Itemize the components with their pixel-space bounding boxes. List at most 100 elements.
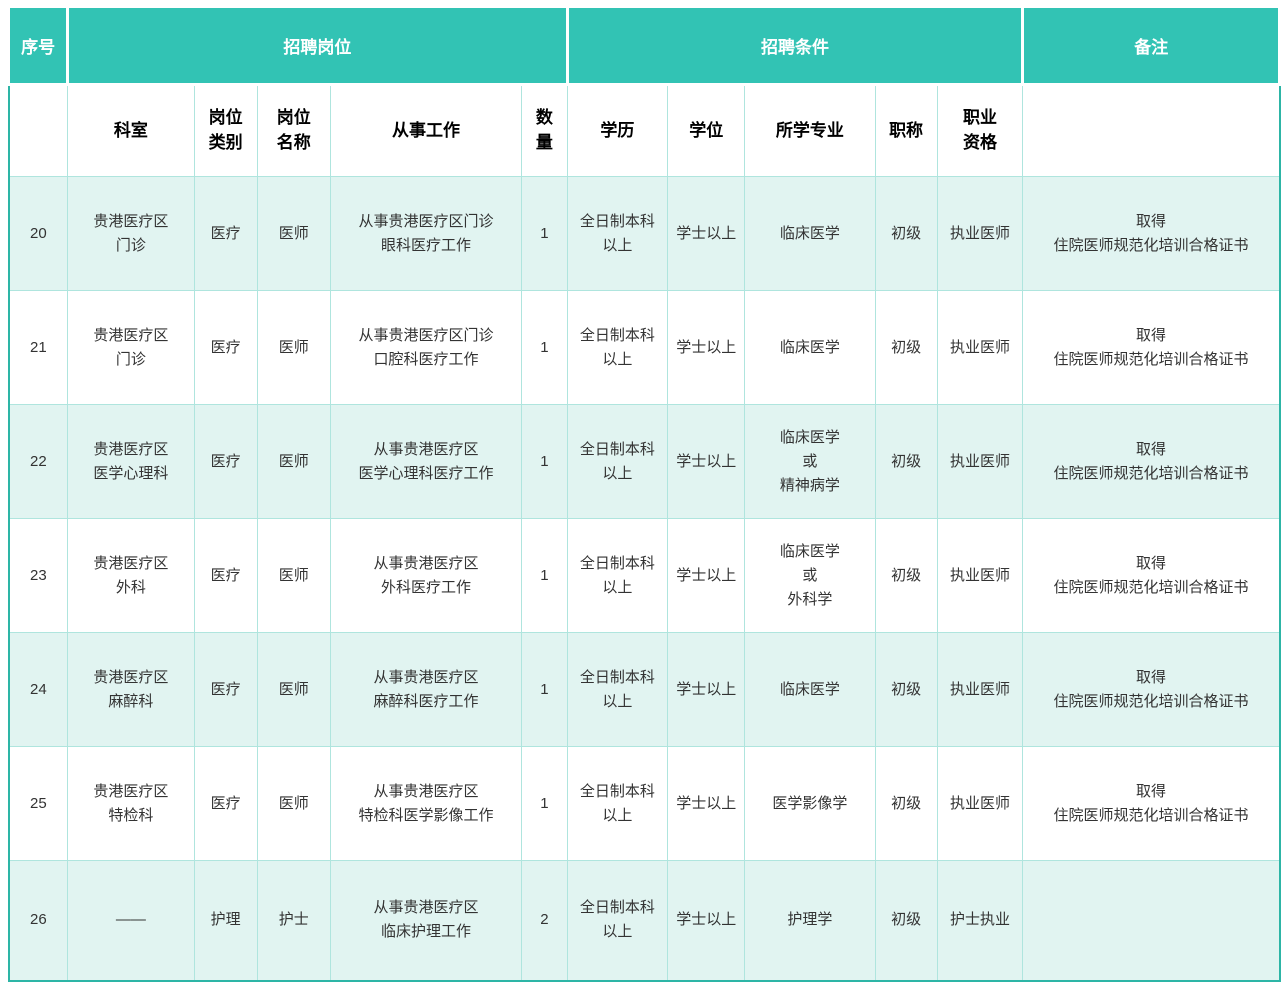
cell-title: 初级 [875, 861, 937, 981]
cell-department: 贵港医疗区 医学心理科 [68, 405, 194, 519]
cell-major: 临床医学 或 外科学 [745, 519, 875, 633]
subheader-education: 学历 [567, 85, 668, 177]
cell-education: 全日制本科 以上 [567, 633, 668, 747]
cell-post-name: 医师 [257, 633, 330, 747]
cell-job-duty: 从事贵港医疗区 麻醉科医疗工作 [330, 633, 521, 747]
cell-degree: 学士以上 [668, 633, 745, 747]
cell-qualification: 执业医师 [937, 519, 1023, 633]
header-seq: 序号 [9, 7, 68, 85]
cell-post-category: 医疗 [194, 519, 257, 633]
cell-quantity: 1 [522, 291, 567, 405]
table-row: 20贵港医疗区 门诊医疗医师从事贵港医疗区门诊 眼科医疗工作1全日制本科 以上学… [9, 177, 1280, 291]
cell-quantity: 1 [522, 519, 567, 633]
table-row: 26——护理护士从事贵港医疗区 临床护理工作2全日制本科 以上学士以上护理学初级… [9, 861, 1280, 981]
cell-job-duty: 从事贵港医疗区 临床护理工作 [330, 861, 521, 981]
cell-post-name: 医师 [257, 747, 330, 861]
cell-department: 贵港医疗区 外科 [68, 519, 194, 633]
table-row: 25贵港医疗区 特检科医疗医师从事贵港医疗区 特检科医学影像工作1全日制本科 以… [9, 747, 1280, 861]
cell-education: 全日制本科 以上 [567, 291, 668, 405]
cell-post-name: 医师 [257, 177, 330, 291]
subheader-job-duty: 从事工作 [330, 85, 521, 177]
cell-title: 初级 [875, 291, 937, 405]
cell-title: 初级 [875, 747, 937, 861]
recruitment-table: 序号 招聘岗位 招聘条件 备注 科室 岗位 类别 岗位 名称 从事工作 数量 学… [7, 5, 1281, 982]
cell-department: 贵港医疗区 特检科 [68, 747, 194, 861]
cell-department: 贵港医疗区 门诊 [68, 291, 194, 405]
empty-subheader-cell [1023, 85, 1280, 177]
cell-major: 临床医学 [745, 177, 875, 291]
cell-degree: 学士以上 [668, 405, 745, 519]
cell-remark: 取得 住院医师规范化培训合格证书 [1023, 519, 1280, 633]
cell-education: 全日制本科 以上 [567, 519, 668, 633]
cell-qualification: 执业医师 [937, 177, 1023, 291]
cell-major: 护理学 [745, 861, 875, 981]
subheader-department: 科室 [68, 85, 194, 177]
cell-education: 全日制本科 以上 [567, 861, 668, 981]
cell-qualification: 执业医师 [937, 291, 1023, 405]
cell-post-name: 医师 [257, 405, 330, 519]
cell-title: 初级 [875, 405, 937, 519]
cell-post-category: 医疗 [194, 747, 257, 861]
cell-seq: 24 [9, 633, 68, 747]
cell-degree: 学士以上 [668, 861, 745, 981]
cell-quantity: 2 [522, 861, 567, 981]
header-remark: 备注 [1023, 7, 1280, 85]
header-recruit-condition: 招聘条件 [567, 7, 1023, 85]
cell-seq: 22 [9, 405, 68, 519]
cell-title: 初级 [875, 633, 937, 747]
cell-seq: 21 [9, 291, 68, 405]
cell-remark: 取得 住院医师规范化培训合格证书 [1023, 747, 1280, 861]
cell-job-duty: 从事贵港医疗区 医学心理科医疗工作 [330, 405, 521, 519]
table-row: 21贵港医疗区 门诊医疗医师从事贵港医疗区门诊 口腔科医疗工作1全日制本科 以上… [9, 291, 1280, 405]
cell-quantity: 1 [522, 633, 567, 747]
cell-seq: 23 [9, 519, 68, 633]
group-header-row: 序号 招聘岗位 招聘条件 备注 [9, 7, 1280, 85]
cell-job-duty: 从事贵港医疗区 特检科医学影像工作 [330, 747, 521, 861]
cell-remark: 取得 住院医师规范化培训合格证书 [1023, 405, 1280, 519]
cell-quantity: 1 [522, 747, 567, 861]
cell-post-name: 医师 [257, 291, 330, 405]
cell-degree: 学士以上 [668, 747, 745, 861]
cell-title: 初级 [875, 177, 937, 291]
cell-seq: 20 [9, 177, 68, 291]
cell-degree: 学士以上 [668, 177, 745, 291]
cell-seq: 25 [9, 747, 68, 861]
sub-header-row: 科室 岗位 类别 岗位 名称 从事工作 数量 学历 学位 所学专业 职称 职业 … [9, 85, 1280, 177]
recruitment-table-container: 序号 招聘岗位 招聘条件 备注 科室 岗位 类别 岗位 名称 从事工作 数量 学… [0, 0, 1288, 985]
cell-job-duty: 从事贵港医疗区门诊 眼科医疗工作 [330, 177, 521, 291]
cell-post-category: 医疗 [194, 291, 257, 405]
cell-post-category: 医疗 [194, 405, 257, 519]
cell-education: 全日制本科 以上 [567, 177, 668, 291]
table-body: 20贵港医疗区 门诊医疗医师从事贵港医疗区门诊 眼科医疗工作1全日制本科 以上学… [9, 177, 1280, 981]
cell-post-category: 护理 [194, 861, 257, 981]
cell-major: 临床医学 [745, 291, 875, 405]
subheader-major: 所学专业 [745, 85, 875, 177]
cell-title: 初级 [875, 519, 937, 633]
cell-major: 临床医学 [745, 633, 875, 747]
subheader-quantity: 数量 [522, 85, 567, 177]
header-recruit-position: 招聘岗位 [68, 7, 567, 85]
cell-quantity: 1 [522, 405, 567, 519]
cell-degree: 学士以上 [668, 291, 745, 405]
cell-remark: 取得 住院医师规范化培训合格证书 [1023, 633, 1280, 747]
cell-seq: 26 [9, 861, 68, 981]
cell-job-duty: 从事贵港医疗区门诊 口腔科医疗工作 [330, 291, 521, 405]
cell-qualification: 执业医师 [937, 405, 1023, 519]
cell-department: 贵港医疗区 门诊 [68, 177, 194, 291]
table-row: 24贵港医疗区 麻醉科医疗医师从事贵港医疗区 麻醉科医疗工作1全日制本科 以上学… [9, 633, 1280, 747]
cell-job-duty: 从事贵港医疗区 外科医疗工作 [330, 519, 521, 633]
cell-degree: 学士以上 [668, 519, 745, 633]
table-row: 22贵港医疗区 医学心理科医疗医师从事贵港医疗区 医学心理科医疗工作1全日制本科… [9, 405, 1280, 519]
cell-remark [1023, 861, 1280, 981]
cell-department: —— [68, 861, 194, 981]
cell-major: 医学影像学 [745, 747, 875, 861]
subheader-post-name: 岗位 名称 [257, 85, 330, 177]
cell-post-category: 医疗 [194, 177, 257, 291]
subheader-degree: 学位 [668, 85, 745, 177]
cell-department: 贵港医疗区 麻醉科 [68, 633, 194, 747]
cell-post-name: 护士 [257, 861, 330, 981]
subheader-post-category: 岗位 类别 [194, 85, 257, 177]
cell-education: 全日制本科 以上 [567, 405, 668, 519]
cell-major: 临床医学 或 精神病学 [745, 405, 875, 519]
empty-subheader-cell [9, 85, 68, 177]
